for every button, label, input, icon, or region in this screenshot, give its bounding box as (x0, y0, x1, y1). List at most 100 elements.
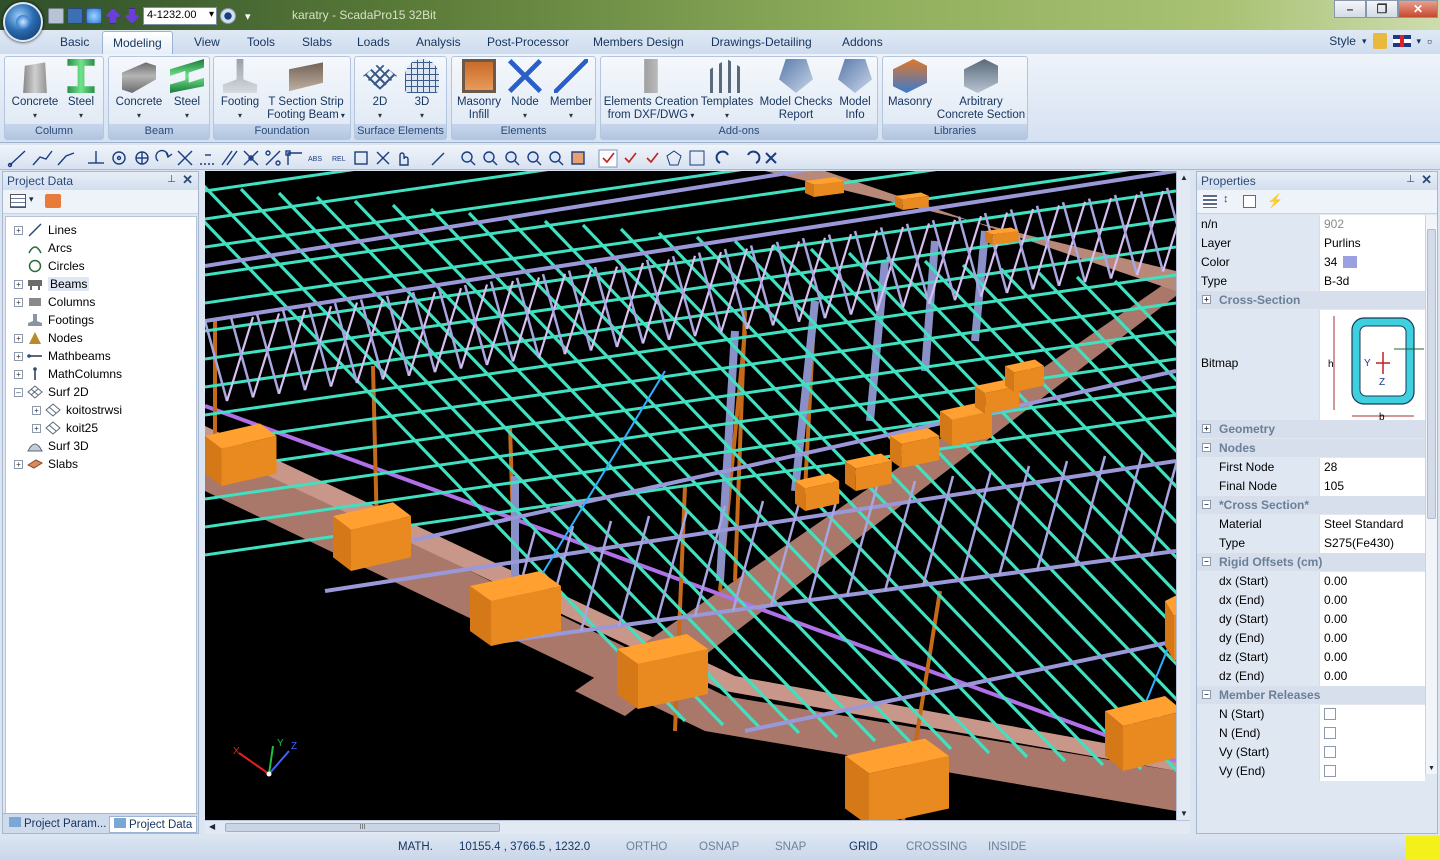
n-start-checkbox[interactable] (1324, 708, 1336, 720)
vy-start-checkbox[interactable] (1324, 746, 1336, 758)
concrete-beam-button[interactable]: Concrete ▾ (113, 59, 165, 122)
prop-dx-start-value[interactable]: 0.00 (1319, 572, 1425, 591)
viewport-horizontal-scrollbar[interactable]: ◀ III (205, 820, 1190, 834)
steel-column-button[interactable]: Steel ▾ (57, 59, 105, 122)
member-button[interactable]: Member ▾ (546, 59, 596, 122)
tab-addons[interactable]: Addons (842, 35, 883, 49)
prop-dz-start-value[interactable]: 0.00 (1319, 648, 1425, 667)
tree-view-dropdown-icon[interactable]: ▾ (29, 194, 34, 205)
tree-item-koitostrwsi[interactable]: + koitostrwsi (32, 401, 122, 419)
arrow-up-icon[interactable] (105, 8, 121, 24)
color-swatch[interactable] (1343, 256, 1358, 268)
tab-basic[interactable]: Basic (60, 35, 89, 49)
check-icon-2[interactable] (624, 152, 637, 164)
properties-scrollbar[interactable]: ▼ (1425, 215, 1437, 774)
prop-final-node-value[interactable]: 105 (1319, 477, 1425, 496)
tree-item-surf-2d[interactable]: – Surf 2D (14, 383, 89, 401)
tab-drawings-detailing[interactable]: Drawings-Detailing (711, 35, 812, 49)
masonry-infill-button[interactable]: Masonry Infill (454, 59, 504, 122)
pin-icon[interactable]: ⊥ (1406, 174, 1415, 185)
tree-item-slabs[interactable]: + Slabs (14, 455, 78, 473)
pencil-tool-icon[interactable] (431, 152, 445, 166)
scroll-up-icon[interactable]: ▲ (1180, 173, 1188, 182)
save-icon[interactable] (67, 8, 83, 24)
concrete-column-button[interactable]: Concrete ▾ (9, 59, 61, 122)
status-osnap[interactable]: OSNAP (699, 841, 739, 853)
prop-steel-type-value[interactable]: S275(Fe430) (1319, 534, 1425, 553)
category-rigid-offsets[interactable]: – Rigid Offsets (cm) (1197, 553, 1425, 572)
tree-view-icon[interactable] (10, 194, 26, 208)
elements-creation-button[interactable]: Elements Creation from DXF/DWG ▾ (603, 59, 699, 122)
cross-tool-icon[interactable] (177, 150, 193, 166)
trim-tool-icon[interactable] (243, 150, 259, 166)
parallel-tool-icon[interactable] (221, 150, 238, 166)
cancel-icon[interactable] (765, 152, 777, 164)
refresh-icon[interactable] (45, 194, 61, 208)
rel-coordinates-icon[interactable]: REL (332, 156, 346, 163)
tab-slabs[interactable]: Slabs (302, 35, 332, 49)
tree-item-footings[interactable]: +Footings (14, 311, 94, 329)
tree-item-surf-3d[interactable]: +Surf 3D (14, 437, 89, 455)
status-ortho[interactable]: ORTHO (626, 841, 667, 853)
arbitrary-concrete-section-button[interactable]: Arbitrary Concrete Section (935, 59, 1027, 122)
category-nodes[interactable]: – Nodes (1197, 439, 1425, 458)
qat-dropdown-icon[interactable]: ▾ (245, 10, 251, 23)
masonry-library-button[interactable]: Masonry (885, 59, 935, 109)
abs-coordinates-icon[interactable]: ABS (308, 156, 322, 163)
undo-icon[interactable] (715, 150, 729, 164)
steel-beam-button[interactable]: Steel ▾ (163, 59, 211, 122)
language-dropdown-icon[interactable]: ▾ (1417, 36, 1422, 47)
prop-material-value[interactable]: Steel Standard (1319, 515, 1425, 534)
tree-item-beams[interactable]: + Beams (14, 275, 90, 293)
corner-tool-icon[interactable] (285, 150, 302, 165)
line-tool-icon[interactable] (7, 150, 26, 168)
arrow-down-icon[interactable] (124, 8, 140, 24)
lock-icon[interactable] (1372, 33, 1387, 49)
prop-layer-value[interactable]: Purlins (1319, 234, 1425, 253)
status-grid[interactable]: GRID (849, 841, 878, 853)
prop-dy-end-value[interactable]: 0.00 (1319, 629, 1425, 648)
minimize-button[interactable]: – (1334, 0, 1366, 18)
move-tool-icon[interactable] (135, 151, 149, 165)
eye-icon[interactable] (220, 8, 236, 24)
globe-icon[interactable] (86, 8, 102, 24)
structure-model-render[interactable]: X Y Z (205, 171, 1176, 820)
scroll-down-icon[interactable]: ▼ (1180, 809, 1188, 818)
footing-button[interactable]: Footing ▾ (216, 59, 264, 122)
delete-tool-icon[interactable] (376, 151, 390, 165)
pan-icon[interactable] (571, 151, 585, 165)
close-panel-icon[interactable]: ✕ (1421, 172, 1432, 188)
zoom-previous-icon[interactable] (527, 151, 542, 166)
tree-item-columns[interactable]: + Columns (14, 293, 95, 311)
3d-viewport[interactable]: X Y Z (205, 171, 1176, 820)
tab-project-parameters[interactable]: Project Param... (5, 816, 110, 833)
prop-first-node-value[interactable]: 28 (1319, 458, 1425, 477)
prop-color-value[interactable]: 34 (1319, 253, 1425, 272)
surface-3d-button[interactable]: 3D ▾ (401, 59, 443, 122)
restore-button[interactable]: ❐ (1366, 0, 1398, 18)
zoom-in-icon[interactable] (483, 151, 498, 166)
style-dropdown-icon[interactable]: ▾ (1362, 36, 1367, 47)
viewport-vertical-scrollbar[interactable]: ▲ ▼ (1176, 171, 1190, 820)
tree-item-arcs[interactable]: +Arcs (14, 239, 72, 257)
hand-tool-icon[interactable] (399, 152, 409, 166)
tree-item-circles[interactable]: +Circles (14, 257, 85, 275)
category-member-releases[interactable]: – Member Releases (1197, 686, 1425, 705)
arc-line-tool-icon[interactable] (57, 152, 75, 166)
prop-dx-end-value[interactable]: 0.00 (1319, 591, 1425, 610)
node-button[interactable]: Node ▾ (504, 59, 546, 122)
categorized-icon[interactable] (1203, 195, 1217, 208)
shape-check-icon[interactable] (666, 150, 682, 166)
properties-scroll-thumb[interactable] (1427, 229, 1436, 519)
status-snap[interactable]: SNAP (775, 841, 806, 853)
category-geometry[interactable]: + Geometry (1197, 420, 1425, 439)
strip-footing-button[interactable]: T Section Strip Footing Beam ▾ (262, 59, 350, 122)
tab-analysis[interactable]: Analysis (416, 35, 461, 49)
surface-2d-button[interactable]: 2D ▾ (359, 59, 401, 122)
sort-alphabetical-icon[interactable]: ↕ (1223, 193, 1229, 205)
close-button[interactable]: ✕ (1398, 0, 1438, 18)
tab-view[interactable]: View (194, 35, 220, 49)
scroll-thumb[interactable]: III (225, 823, 500, 832)
n-end-checkbox[interactable] (1324, 727, 1336, 739)
select-window-icon[interactable] (354, 151, 368, 165)
